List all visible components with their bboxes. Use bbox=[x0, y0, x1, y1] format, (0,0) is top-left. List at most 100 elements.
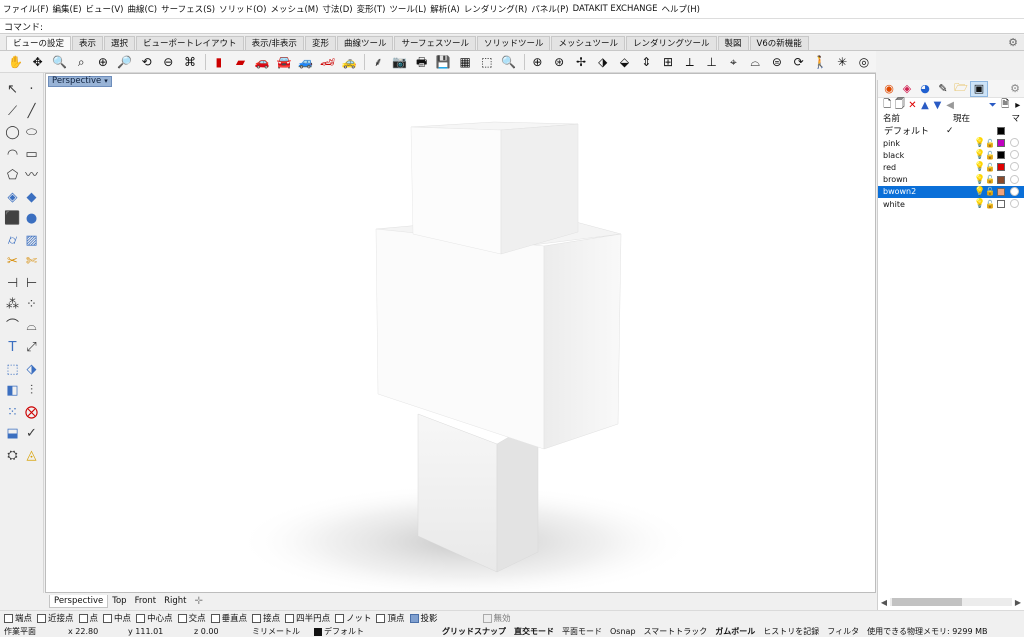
tab-item[interactable]: ソリッドツール bbox=[476, 36, 551, 50]
status-ortho[interactable]: 直交モード bbox=[514, 626, 554, 637]
material-circle-icon[interactable] bbox=[1010, 162, 1019, 172]
zoom-out-icon[interactable]: ⊖ bbox=[158, 53, 178, 71]
layer-color-swatch[interactable] bbox=[997, 163, 1005, 172]
osnap-option[interactable]: 交点 bbox=[177, 612, 206, 624]
lightbulb-icon[interactable]: 💡 bbox=[974, 138, 985, 148]
material-circle-icon[interactable] bbox=[1010, 174, 1019, 184]
panel-options-icon[interactable]: ⚙ bbox=[1006, 81, 1024, 97]
lightbulb-icon[interactable]: 💡 bbox=[974, 150, 985, 160]
car-icon-6[interactable]: 🚕 bbox=[339, 53, 359, 71]
layer-row[interactable]: pink 💡 🔓 bbox=[878, 137, 1024, 149]
array-icon[interactable]: ⫶ bbox=[22, 381, 41, 400]
flatten-icon[interactable]: ⊜ bbox=[767, 53, 787, 71]
lightbulb-icon[interactable]: 💡 bbox=[974, 162, 985, 172]
viewport-tab[interactable]: Right bbox=[160, 595, 190, 608]
lock-icon[interactable]: 🔓 bbox=[985, 163, 995, 172]
osnap-option[interactable]: 中点 bbox=[103, 612, 131, 624]
menu-item[interactable]: 編集(E) bbox=[53, 3, 82, 15]
lock-icon[interactable]: 🔓 bbox=[985, 200, 995, 209]
checkbox[interactable] bbox=[210, 613, 220, 623]
walk-icon[interactable]: 🚶 bbox=[811, 53, 831, 71]
viewport-tab[interactable]: Top bbox=[108, 595, 130, 608]
tab-item[interactable]: ビューの設定 bbox=[6, 36, 72, 50]
polyline-icon[interactable]: ⟋ bbox=[3, 102, 22, 121]
status-gumball[interactable]: ガムボール bbox=[715, 626, 755, 637]
menu-item[interactable]: 変形(T) bbox=[357, 3, 386, 15]
phone-icon[interactable]: ▮ bbox=[209, 53, 229, 71]
cut-icon[interactable]: ✂ bbox=[3, 252, 22, 271]
menu-item[interactable]: サーフェス(S) bbox=[161, 3, 215, 15]
osnap-option[interactable]: 四半円点 bbox=[285, 612, 330, 624]
grid-view-icon[interactable]: ▦ bbox=[455, 53, 475, 71]
lightbulb-icon[interactable]: 💡 bbox=[974, 199, 985, 209]
lock-icon[interactable]: 🔓 bbox=[985, 175, 995, 184]
plane-icon-3[interactable]: ⌖ bbox=[723, 53, 743, 71]
menu-item[interactable]: ビュー(V) bbox=[86, 3, 124, 15]
new-layer-icon[interactable]: 🗋 bbox=[881, 97, 894, 114]
layer-color-swatch[interactable] bbox=[997, 175, 1005, 184]
menu-item[interactable]: ファイル(F) bbox=[3, 3, 49, 15]
sun-icon[interactable]: ✳ bbox=[832, 53, 852, 71]
text-icon[interactable]: ⤢ bbox=[22, 338, 41, 357]
material-circle-icon[interactable] bbox=[1010, 150, 1019, 160]
menu-item[interactable]: パネル(P) bbox=[531, 3, 568, 15]
menu-item[interactable]: ツール(L) bbox=[389, 3, 426, 15]
cplane-origin-icon[interactable]: ⊛ bbox=[549, 53, 569, 71]
move-icon[interactable]: ⬚ bbox=[3, 360, 22, 379]
status-cplane[interactable]: 作業平面 bbox=[4, 626, 54, 637]
osnap-option[interactable]: ノット bbox=[335, 612, 371, 624]
car-icon-1[interactable]: ▰ bbox=[231, 53, 251, 71]
tab-item[interactable]: サーフェスツール bbox=[394, 36, 476, 50]
plane-icon-1[interactable]: ⟂ bbox=[680, 53, 700, 71]
tab-item[interactable]: ビューポートレイアウト bbox=[136, 36, 244, 50]
car-icon-4[interactable]: 🚙 bbox=[296, 53, 316, 71]
layer-doc-icon[interactable]: 🗎 bbox=[999, 97, 1012, 114]
copy-icon[interactable]: ◧ bbox=[3, 381, 22, 400]
status-grid-snap[interactable]: グリッドスナップ bbox=[442, 626, 506, 637]
light-icon[interactable]: ⸙ bbox=[368, 53, 388, 71]
move-view-icon[interactable]: ✥ bbox=[28, 53, 48, 71]
checkbox[interactable] bbox=[335, 613, 345, 623]
lightbulb-icon[interactable]: 💡 bbox=[974, 175, 985, 185]
cplane-object-icon[interactable]: ⬗ bbox=[593, 53, 613, 71]
layer-color-swatch[interactable] bbox=[997, 139, 1005, 147]
lock-icon[interactable]: 🔓 bbox=[985, 139, 995, 148]
osnap-option[interactable]: 頂点 bbox=[376, 612, 405, 624]
point-icon[interactable]: · bbox=[22, 80, 41, 99]
rotate-view-icon[interactable]: ⟲ bbox=[137, 53, 157, 71]
trim-icon[interactable]: ✄ bbox=[22, 252, 41, 271]
filter-icon[interactable]: ⏷ bbox=[986, 100, 999, 111]
boolean-icon[interactable]: ⨂ bbox=[22, 403, 41, 422]
mesh-icon[interactable]: ▨ bbox=[22, 231, 41, 250]
checkbox[interactable] bbox=[136, 613, 146, 623]
save-view-icon[interactable]: 💾 bbox=[434, 53, 454, 71]
ellipse-icon[interactable]: ⬭ bbox=[22, 123, 41, 142]
status-history[interactable]: ヒストリを記録 bbox=[763, 626, 819, 637]
tab-item[interactable]: 表示 bbox=[72, 36, 104, 50]
fillet-icon[interactable]: ⌒ bbox=[3, 317, 22, 336]
zoom-selected-icon[interactable]: 🔎 bbox=[115, 53, 135, 71]
checkbox[interactable] bbox=[252, 613, 262, 623]
join-icon[interactable]: ⊢ bbox=[22, 274, 41, 293]
status-osnap[interactable]: Osnap bbox=[610, 627, 636, 636]
surface-edit-icon[interactable]: ◆ bbox=[22, 188, 41, 207]
explode-icon[interactable]: ⁘ bbox=[22, 295, 41, 314]
layer-row-default[interactable]: デフォルト ✓ bbox=[878, 124, 1024, 137]
cplane-icon[interactable]: ⊕ bbox=[528, 53, 548, 71]
layer-row[interactable]: bwown2 💡 🔓 bbox=[878, 185, 1024, 198]
menu-item[interactable]: 寸法(D) bbox=[322, 3, 352, 15]
material-circle-icon[interactable] bbox=[1010, 186, 1019, 196]
library-icon[interactable]: 🗁 bbox=[952, 81, 970, 97]
checkbox[interactable] bbox=[177, 613, 187, 623]
layers-scrollbar[interactable]: ◀ ▶ bbox=[878, 597, 1024, 607]
checkbox[interactable] bbox=[482, 613, 492, 623]
osnap-option[interactable]: 中心点 bbox=[136, 612, 173, 624]
plane-icon-2[interactable]: ⊥ bbox=[702, 53, 722, 71]
osnap-option[interactable]: 投影 bbox=[409, 612, 438, 624]
command-input[interactable] bbox=[43, 19, 1024, 33]
layer-more-icon[interactable]: ▸ bbox=[1012, 100, 1024, 111]
layer-color-swatch[interactable] bbox=[997, 187, 1005, 196]
checkbox[interactable] bbox=[409, 613, 419, 623]
print-icon[interactable]: 🖶 bbox=[412, 53, 432, 71]
osnap-option[interactable]: 点 bbox=[78, 612, 98, 624]
